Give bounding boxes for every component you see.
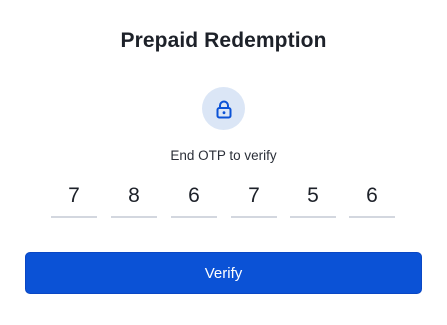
lock-badge [202,87,245,130]
otp-digit-4[interactable]: 7 [231,180,277,218]
lock-icon [216,100,231,118]
otp-digit-3[interactable]: 6 [171,180,217,218]
otp-input-group: 7 8 6 7 5 6 [0,180,447,220]
otp-digit-1[interactable]: 7 [51,180,97,218]
otp-digit-6[interactable]: 6 [349,180,395,218]
otp-digit-5[interactable]: 5 [290,180,336,218]
otp-instruction: End OTP to verify [170,148,277,163]
otp-digit-2[interactable]: 8 [111,180,157,218]
page-title: Prepaid Redemption [120,29,327,52]
verify-button[interactable]: Verify [25,252,422,294]
